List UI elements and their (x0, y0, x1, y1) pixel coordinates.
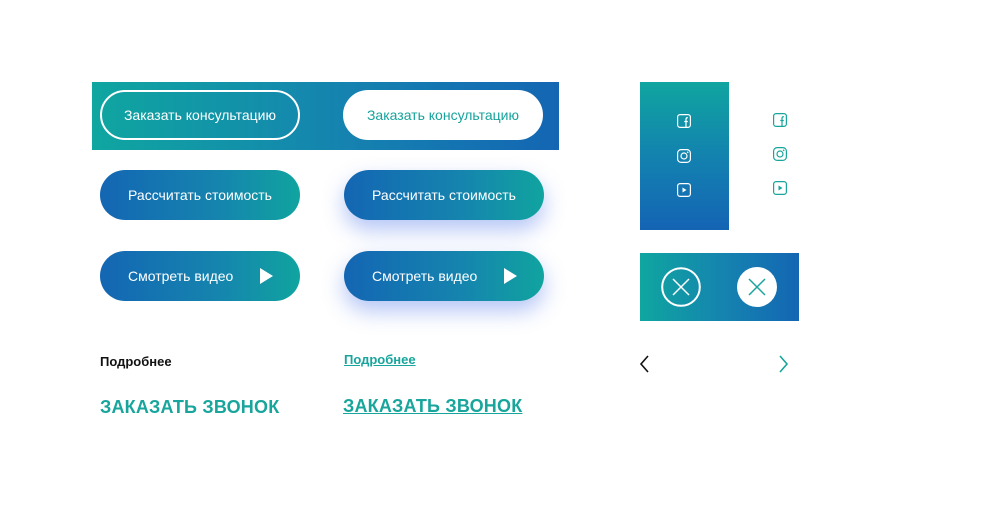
calculate-cost-button[interactable]: Рассчитать стоимость (100, 170, 300, 220)
youtube-icon[interactable] (773, 181, 787, 195)
watch-video-button-hover[interactable]: Смотреть видео (344, 251, 544, 301)
consult-outline-button[interactable]: Заказать консультацию (100, 90, 300, 140)
consult-white-button[interactable]: Заказать консультацию (343, 90, 543, 140)
instagram-icon[interactable] (677, 149, 691, 163)
watch-video-label: Смотреть видео (372, 268, 478, 284)
close-button-outline[interactable] (661, 267, 701, 307)
close-icon (661, 267, 701, 307)
next-arrow-button[interactable] (777, 354, 791, 374)
close-icon (737, 267, 777, 307)
facebook-icon[interactable] (677, 114, 691, 128)
more-link[interactable]: Подробнее (100, 354, 172, 369)
play-icon (260, 268, 273, 284)
prev-arrow-button[interactable] (638, 354, 652, 374)
order-call-link-hover[interactable]: ЗАКАЗАТЬ ЗВОНОК (343, 396, 522, 417)
youtube-icon[interactable] (677, 183, 691, 197)
more-link-hover[interactable]: Подробнее (344, 352, 416, 367)
watch-video-button[interactable]: Смотреть видео (100, 251, 300, 301)
close-button-filled[interactable] (737, 267, 777, 307)
chevron-right-icon (779, 355, 789, 373)
play-icon (504, 268, 517, 284)
facebook-icon[interactable] (773, 113, 787, 127)
chevron-left-icon (639, 355, 649, 373)
order-call-link[interactable]: ЗАКАЗАТЬ ЗВОНОК (100, 397, 279, 418)
calculate-cost-button-hover[interactable]: Рассчитать стоимость (344, 170, 544, 220)
watch-video-label: Смотреть видео (128, 268, 234, 284)
instagram-icon[interactable] (773, 147, 787, 161)
